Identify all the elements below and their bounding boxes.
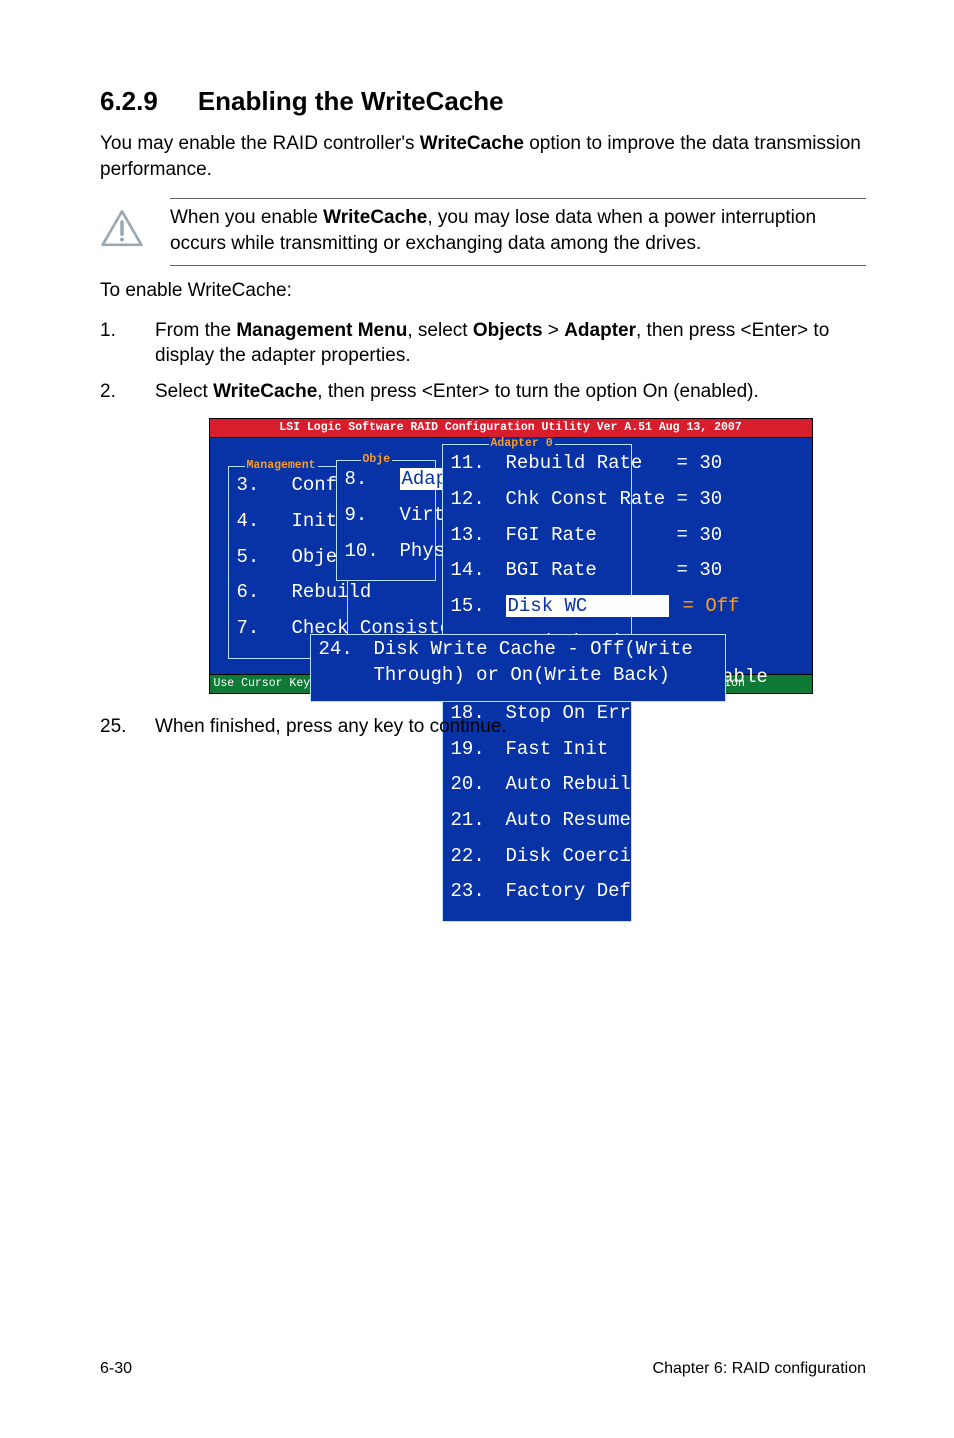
intro-b: WriteCache: [420, 133, 524, 154]
intro-a: You may enable the RAID controller's: [100, 133, 420, 154]
adp-row: Rebuild Rate = 30: [451, 451, 623, 477]
mgmt-item: Rebuild: [237, 580, 339, 606]
adp-row: FGI Rate = 30: [451, 523, 623, 549]
bios-title: LSI Logic Software RAID Configuration Ut…: [210, 419, 812, 438]
s2c: , then press <Enter> to turn the option …: [317, 381, 759, 402]
callout-a: When you enable: [170, 207, 323, 228]
heading-text: Enabling the WriteCache: [198, 86, 504, 117]
mgmt-item: Configure: [237, 473, 339, 499]
s3: When finished, press any key to continue…: [155, 716, 507, 737]
adp-row: Auto Rebuild = On: [451, 772, 623, 798]
obj-item: Physical Dri: [345, 539, 427, 565]
to-enable-text: To enable WriteCache:: [100, 280, 866, 302]
obj-item: Adapter: [345, 467, 427, 493]
footer-page-number: 6-30: [100, 1360, 132, 1378]
adp-row: BGI Rate = 30: [451, 558, 623, 584]
objects-list: Adapter Virtual Driv Physical Dri: [337, 461, 435, 580]
s1c: , select: [407, 320, 472, 341]
adp-row: Fast Init = Enable: [451, 737, 623, 763]
help-panel: Disk Write Cache - Off(Write Through) or…: [310, 634, 726, 701]
intro-paragraph: You may enable the RAID controller's Wri…: [100, 131, 866, 182]
objects-header: Obje: [361, 453, 393, 467]
step-2: Select WriteCache, then press <Enter> to…: [100, 379, 866, 695]
s1d: Objects: [473, 320, 543, 341]
callout-b: WriteCache: [323, 207, 427, 228]
adp-row: Disk Coercion = 1GB: [451, 844, 623, 870]
management-header: Management: [245, 459, 318, 473]
warning-icon: [100, 209, 144, 249]
management-panel: Management ConfigureInitializeObjectsReb…: [228, 466, 348, 658]
heading-number: 6.2.9: [100, 86, 158, 117]
adp-row: Disk WC = Off: [451, 594, 623, 620]
callout-box: When you enable WriteCache, you may lose…: [170, 198, 866, 265]
s2b: WriteCache: [213, 381, 317, 402]
mgmt-item: Initialize: [237, 509, 339, 535]
adp-row: Auto Resume = Enable: [451, 808, 623, 834]
help-text: Disk Write Cache - Off(Write Through) or…: [319, 637, 717, 688]
mgmt-item: Objects: [237, 545, 339, 571]
footer-chapter: Chapter 6: RAID configuration: [653, 1360, 866, 1378]
s1b: Management Menu: [236, 320, 407, 341]
adp-row: Factory Default: [451, 879, 623, 905]
adp-row: Chk Const Rate = 30: [451, 487, 623, 513]
s1e: >: [543, 320, 565, 341]
obj-item: Virtual Driv: [345, 503, 427, 529]
management-list: ConfigureInitializeObjectsRebuildCheck C…: [229, 467, 347, 657]
adapter-header: Adapter 0: [489, 437, 555, 451]
objects-panel: Obje AdapterVirtual DrivPhysical Dri: [336, 460, 436, 581]
s1a: From the: [155, 320, 236, 341]
step-3: When finished, press any key to continue…: [100, 714, 866, 740]
step-1: From the Management Menu, select Objects…: [100, 318, 866, 369]
s2a: Select: [155, 381, 213, 402]
bios-screenshot: LSI Logic Software RAID Configuration Ut…: [209, 418, 813, 694]
s1f: Adapter: [564, 320, 636, 341]
